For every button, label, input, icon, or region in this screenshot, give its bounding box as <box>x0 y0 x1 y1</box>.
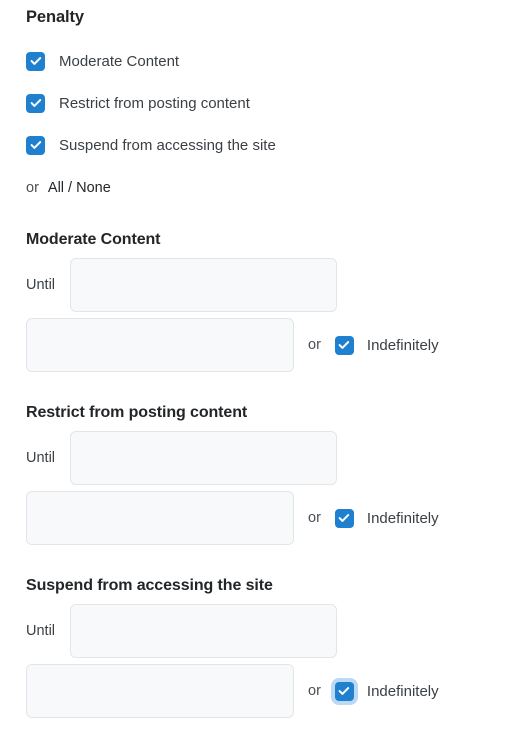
checkbox-checked-icon[interactable] <box>26 51 45 71</box>
until-label: Until <box>26 450 56 466</box>
until-date-input[interactable] <box>70 431 337 485</box>
penalty-option-restrict-posting[interactable]: Restrict from posting content <box>26 87 514 119</box>
or-label: or <box>26 180 39 196</box>
duration-input[interactable] <box>26 664 294 718</box>
indefinitely-label: Indefinitely <box>366 509 439 527</box>
duration-input[interactable] <box>26 318 294 372</box>
or-label: or <box>308 683 321 699</box>
penalty-option-label: Moderate Content <box>59 52 180 70</box>
all-none-row: or All / None <box>26 177 514 199</box>
until-label: Until <box>26 277 56 293</box>
indefinitely-group: or Indefinitely <box>308 335 439 355</box>
indefinitely-label: Indefinitely <box>366 682 439 700</box>
until-date-input[interactable] <box>70 604 337 658</box>
section-title: Moderate Content <box>26 231 161 248</box>
duration-row: or Indefinitely <box>26 664 514 718</box>
checkbox-checked-icon[interactable] <box>26 93 45 113</box>
indefinitely-label: Indefinitely <box>366 336 439 354</box>
duration-row: or Indefinitely <box>26 318 514 372</box>
penalty-option-label: Restrict from posting content <box>59 94 250 112</box>
section-restrict-posting: Restrict from posting content Until or I… <box>26 404 514 545</box>
until-row: Until <box>26 604 514 658</box>
penalty-option-label: Suspend from accessing the site <box>59 136 276 154</box>
checkbox-checked-icon[interactable] <box>26 135 45 155</box>
until-row: Until <box>26 258 514 312</box>
penalty-options-list: Moderate Content Restrict from posting c… <box>26 45 514 161</box>
penalty-form: Penalty Moderate Content Restrict from p… <box>0 0 514 718</box>
or-label: or <box>308 337 321 353</box>
penalty-option-moderate-content[interactable]: Moderate Content <box>26 45 514 77</box>
section-moderate-content: Moderate Content Until or Indefinitely <box>26 231 514 372</box>
penalty-option-suspend-site[interactable]: Suspend from accessing the site <box>26 129 514 161</box>
page-title: Penalty <box>26 8 84 26</box>
duration-row: or Indefinitely <box>26 491 514 545</box>
all-none-toggle-link[interactable]: All / None <box>48 180 111 196</box>
or-label: or <box>308 510 321 526</box>
indefinitely-checkbox[interactable] <box>334 681 354 701</box>
until-label: Until <box>26 623 56 639</box>
indefinitely-group: or Indefinitely <box>308 508 439 528</box>
section-title: Restrict from posting content <box>26 404 248 421</box>
duration-input[interactable] <box>26 491 294 545</box>
indefinitely-group: or Indefinitely <box>308 681 439 701</box>
until-date-input[interactable] <box>70 258 337 312</box>
section-title: Suspend from accessing the site <box>26 577 273 594</box>
section-suspend-site: Suspend from accessing the site Until or… <box>26 577 514 718</box>
indefinitely-checkbox[interactable] <box>334 335 354 355</box>
indefinitely-checkbox[interactable] <box>334 508 354 528</box>
until-row: Until <box>26 431 514 485</box>
